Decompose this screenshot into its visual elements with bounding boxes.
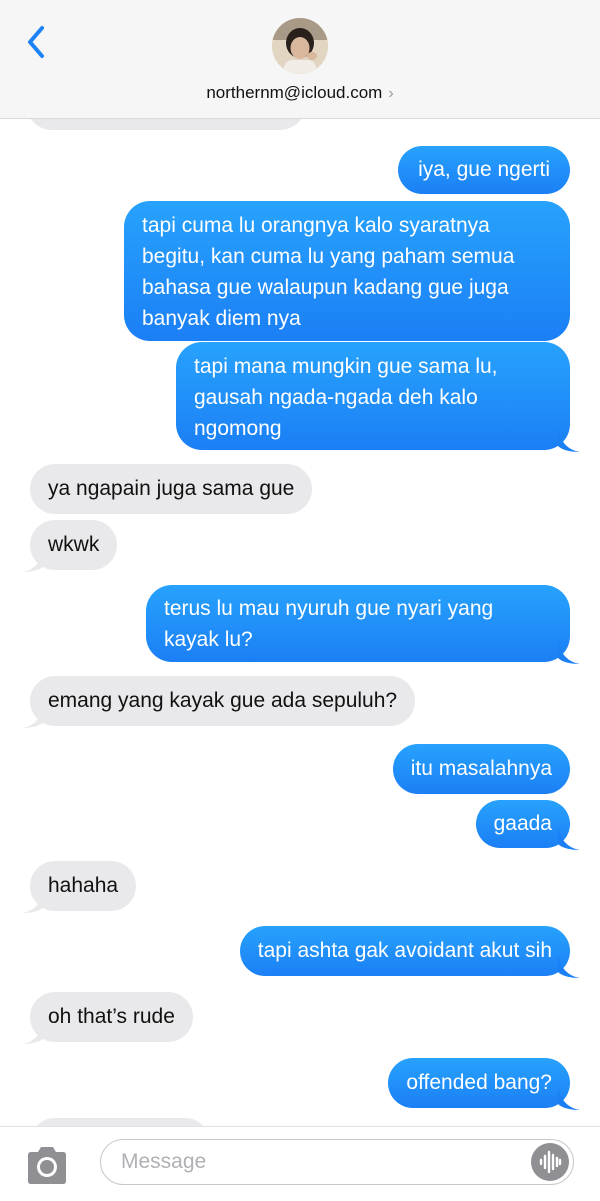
message-sent[interactable]: iya, gue ngerti <box>398 146 570 194</box>
bubble-tail <box>558 826 580 850</box>
message-received[interactable]: ya ngapain juga sama gue <box>30 464 313 514</box>
back-button[interactable] <box>18 22 58 62</box>
avatar[interactable] <box>272 18 328 74</box>
camera-button[interactable] <box>22 1143 72 1187</box>
chevron-right-icon: › <box>388 85 394 102</box>
bubble-tail <box>22 704 44 728</box>
bubble-tail <box>558 640 580 664</box>
audio-waveform-icon <box>539 1150 562 1174</box>
message-sent[interactable]: itu masalahnya <box>392 744 570 794</box>
message-sent[interactable]: tapi mana mungkin gue sama lu, gausah ng… <box>176 342 570 450</box>
contact-name: northernm@icloud.com <box>206 83 383 102</box>
bubble-tail <box>22 548 44 572</box>
message-sent[interactable]: tapi ashta gak avoidant akut sih <box>239 926 570 976</box>
message-sent[interactable]: offended bang? <box>388 1058 570 1108</box>
bubble-tail <box>558 1086 580 1110</box>
contact-photo <box>272 18 328 74</box>
message-received[interactable]: emang yang kayak gue ada sepuluh? <box>30 676 416 726</box>
bubble-tail <box>558 954 580 978</box>
conversation-header: northernm@icloud.com › <box>0 0 600 119</box>
audio-record-button[interactable] <box>531 1143 569 1181</box>
bubble-tail <box>558 428 580 452</box>
bubble-tail <box>22 1020 44 1044</box>
message-sent[interactable]: tapi cuma lu orangnya kalo syaratnya beg… <box>124 201 570 341</box>
message-received[interactable] <box>30 1118 210 1126</box>
bubble-tail <box>22 889 44 913</box>
message-received[interactable]: hahaha <box>30 861 137 911</box>
message-received[interactable] <box>26 118 306 130</box>
contact-name-button[interactable]: northernm@icloud.com › <box>0 83 600 103</box>
message-received[interactable]: oh that’s rude <box>30 992 193 1042</box>
message-sent[interactable]: terus lu mau nyuruh gue nyari yang kayak… <box>146 585 570 662</box>
message-sent[interactable]: gaada <box>475 800 570 848</box>
message-placeholder: Message <box>121 1150 207 1173</box>
message-input[interactable]: Message <box>100 1139 574 1185</box>
chevron-left-icon <box>28 26 44 58</box>
camera-icon <box>28 1147 66 1184</box>
composer-bar: Message <box>0 1126 600 1201</box>
message-thread[interactable]: iya, gue ngerti tapi cuma lu orangnya ka… <box>0 118 600 1126</box>
